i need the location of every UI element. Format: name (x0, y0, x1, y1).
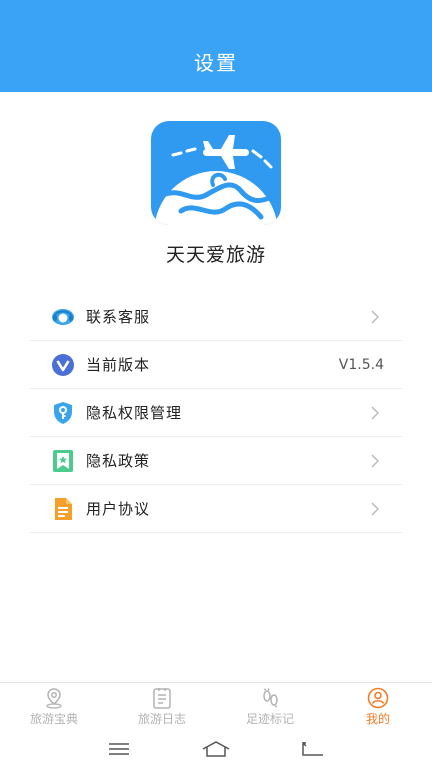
notebook-icon (153, 687, 171, 709)
header-bar: 设置 (0, 0, 432, 92)
menu-item-label: 用户协议 (86, 500, 151, 518)
app-name: 天天爱旅游 (165, 244, 266, 266)
tab-label: 旅游宝典 (29, 711, 78, 726)
menu-item-label: 联系客服 (86, 308, 151, 326)
user-icon (367, 687, 389, 708)
menu-item-privacy-policy[interactable]: 隐私政策 (30, 437, 402, 485)
settings-menu: 联系客服 当前版本 V1.5.4 隐私权限管理 隐私政策 用户协议 (30, 293, 402, 533)
menu-item-label: 隐私权限管理 (86, 404, 183, 422)
home-icon (202, 741, 230, 757)
document-icon (50, 496, 76, 522)
tab-label: 足迹标记 (245, 711, 294, 726)
hamburger-icon (108, 743, 129, 755)
shield-key-icon (50, 400, 76, 426)
menu-item-privacy-permissions[interactable]: 隐私权限管理 (30, 389, 402, 437)
tab-footprints[interactable]: 足迹标记 (216, 683, 324, 730)
menu-item-contact-service[interactable]: 联系客服 (30, 293, 402, 341)
menu-item-user-agreement[interactable]: 用户协议 (30, 485, 402, 533)
footprint-icon (263, 688, 278, 707)
map-pin-icon (46, 687, 62, 709)
tab-label: 我的 (365, 711, 390, 726)
menu-button[interactable] (103, 739, 135, 759)
app-logo (151, 121, 281, 225)
customer-service-icon (50, 304, 76, 330)
tab-travel-guide[interactable]: 旅游宝典 (0, 683, 108, 730)
menu-item-current-version[interactable]: 当前版本 V1.5.4 (30, 341, 402, 389)
chevron-right-icon (371, 454, 379, 467)
bottom-tab-bar: 旅游宝典 旅游日志 足迹标记 我的 (0, 682, 432, 730)
system-navigation-bar (0, 730, 432, 768)
menu-item-label: 隐私政策 (86, 452, 151, 470)
tab-mine[interactable]: 我的 (324, 683, 432, 730)
tab-label: 旅游日志 (137, 711, 186, 726)
version-value: V1.5.4 (338, 356, 384, 373)
back-button[interactable] (297, 739, 329, 759)
bookmark-star-icon (50, 448, 76, 474)
page-title: 设置 (194, 50, 238, 75)
chevron-right-icon (371, 502, 379, 515)
version-icon (50, 352, 76, 378)
chevron-right-icon (371, 310, 379, 323)
menu-item-label: 当前版本 (86, 356, 151, 374)
globe-plane-logo-icon (151, 121, 281, 225)
home-button[interactable] (200, 739, 232, 759)
back-icon (302, 742, 324, 756)
chevron-right-icon (371, 406, 379, 419)
tab-travel-log[interactable]: 旅游日志 (108, 683, 216, 730)
